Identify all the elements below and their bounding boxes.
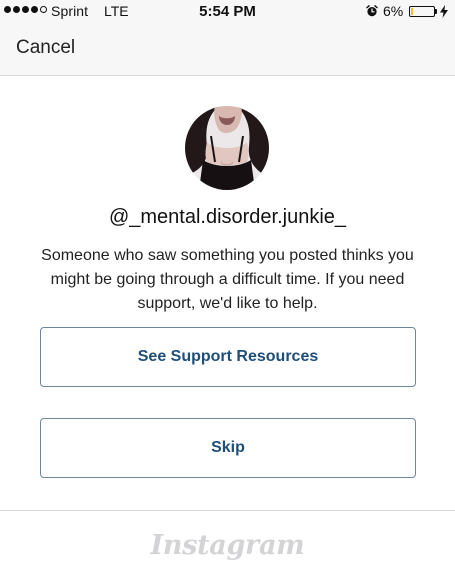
- status-bar: Sprint LTE 5:54 PM 6%: [0, 0, 455, 24]
- battery-percentage: 6%: [383, 3, 404, 19]
- cancel-button[interactable]: Cancel: [16, 37, 75, 59]
- skip-label: Skip: [211, 439, 245, 456]
- battery-icon: [409, 6, 435, 17]
- navigation-bar: Cancel: [0, 24, 455, 76]
- see-support-resources-label: See Support Resources: [137, 348, 319, 365]
- skip-button[interactable]: Skip: [40, 418, 416, 478]
- username: @_mental.disorder.junkie_: [108, 206, 347, 228]
- alarm-icon: [366, 5, 378, 17]
- screen: Sprint LTE 5:54 PM 6% Cancel @_mental.di…: [0, 0, 455, 574]
- support-message: Someone who saw something you posted thi…: [41, 247, 414, 312]
- charging-bolt-icon: [440, 5, 448, 18]
- see-support-resources-button[interactable]: See Support Resources: [40, 327, 416, 387]
- avatar: [185, 106, 269, 190]
- battery-terminal: [435, 9, 437, 14]
- instagram-logo: Instagram: [150, 530, 305, 561]
- footer-divider: [0, 510, 455, 511]
- profile-photo: [185, 106, 269, 190]
- battery-level-fill: [411, 8, 413, 15]
